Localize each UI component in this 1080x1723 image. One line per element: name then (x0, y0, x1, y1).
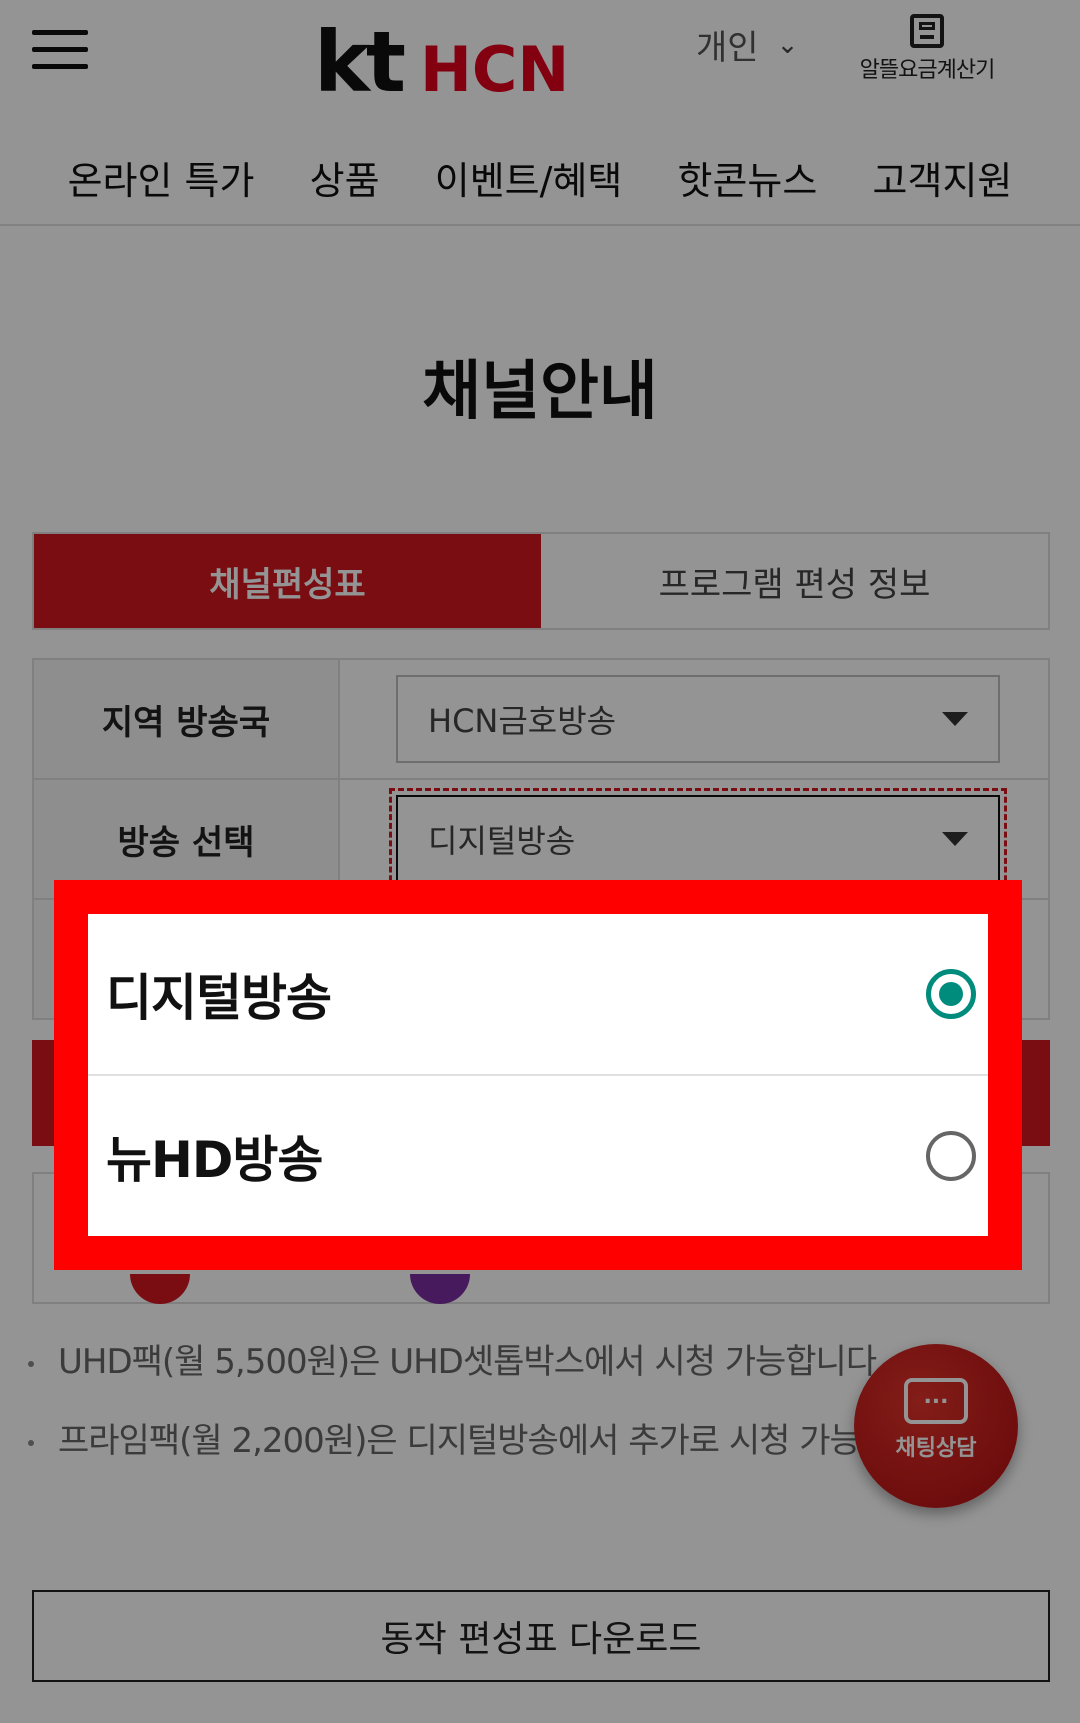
highlight-frame: 디지털방송 뉴HD방송 (54, 880, 1022, 1270)
option-digital-broadcast[interactable]: 디지털방송 (88, 914, 988, 1074)
radio-checked-icon[interactable] (926, 969, 976, 1019)
option-label: 디지털방송 (106, 969, 332, 1027)
option-new-hd-broadcast[interactable]: 뉴HD방송 (88, 1074, 988, 1236)
page: kt HCN 개인 ⌄ 알뜰요금계산기 온라인 특가 상품 이벤트/혜택 핫콘뉴… (0, 0, 1080, 1723)
option-label: 뉴HD방송 (106, 1131, 323, 1189)
radio-unchecked-icon[interactable] (926, 1131, 976, 1181)
modal-overlay[interactable] (0, 0, 1080, 1723)
broadcast-options-dialog: 디지털방송 뉴HD방송 (88, 914, 988, 1236)
